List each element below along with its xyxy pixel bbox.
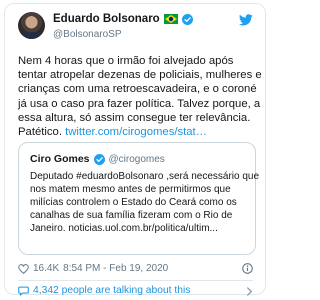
verified-badge-icon [93, 153, 105, 165]
twitter-bird-icon[interactable] [239, 14, 253, 26]
info-icon[interactable] [242, 263, 253, 274]
author-avatar[interactable] [18, 12, 45, 39]
tweet-text-line: Nem 4 horas que o irmão foi alvejado apó… [18, 55, 234, 67]
tweet-text-line: crianças com uma retroescavadeira, e o c… [18, 83, 257, 96]
tweet-card[interactable]: Eduardo Bolsonaro @BolsonaroSP Nem 4 hor… [4, 3, 266, 296]
divider [18, 280, 253, 281]
comment-bubble-icon [18, 286, 29, 296]
tweet-text-line: essa altura, só assim consegue ter relev… [18, 111, 251, 124]
brazil-flag-icon [163, 14, 178, 24]
tweet-link[interactable]: twitter.com/cirogomes/stat… [65, 126, 207, 138]
quoted-author-handle: @cirogomes [108, 153, 165, 165]
author-handle[interactable]: @BolsonaroSP [53, 29, 122, 40]
quoted-text-line: nos matem mesmo antes de permitirmos que [30, 184, 231, 195]
quoted-text-line: milícias controlem o Estado do Ceará com… [30, 197, 237, 208]
tweet-text-line: Patético. [18, 126, 62, 139]
tweet-text-line: já usa o caso pra fazer política. Talvez… [18, 97, 261, 110]
tweet-text-last-line: Patético. twitter.com/cirogomes/stat… [18, 125, 263, 139]
quoted-tweet[interactable]: Ciro Gomes @cirogomes Deputado #eduardoB… [18, 142, 260, 255]
quoted-text-line: Deputado #eduardoBolsonaro ,será necessá… [30, 171, 260, 182]
chevron-right-icon[interactable] [246, 287, 253, 296]
quoted-text-line: Janeiro. noticias.uol.com.br/politica/ul… [30, 223, 218, 234]
conversation-link[interactable]: 4,342 people are talking about this [18, 285, 190, 296]
tweet-timestamp[interactable]: 8:54 PM - Feb 19, 2020 [63, 263, 168, 274]
tweet-meta: 16.4K 8:54 PM - Feb 19, 2020 [18, 263, 168, 274]
author-display-name[interactable]: Eduardo Bolsonaro [53, 13, 160, 25]
heart-icon[interactable] [18, 263, 29, 274]
quoted-author-name: Ciro Gomes [30, 153, 90, 165]
quoted-tweet-text: Deputado #eduardoBolsonaro ,será necessá… [30, 170, 260, 235]
quoted-author-row: Ciro Gomes @cirogomes [30, 153, 165, 165]
like-count[interactable]: 16.4K [33, 263, 59, 274]
author-name-row: Eduardo Bolsonaro [53, 13, 193, 25]
tweet-text-line: tentar atropelar dezenas de policiais, m… [18, 69, 262, 82]
conversation-count-label: 4,342 people are talking about this [33, 285, 191, 296]
verified-badge-icon [181, 13, 193, 25]
tweet-text: Nem 4 horas que o irmão foi alvejado apó… [18, 54, 263, 139]
quoted-text-line: canalhas de sua família fizeram com o Ri… [30, 210, 233, 221]
